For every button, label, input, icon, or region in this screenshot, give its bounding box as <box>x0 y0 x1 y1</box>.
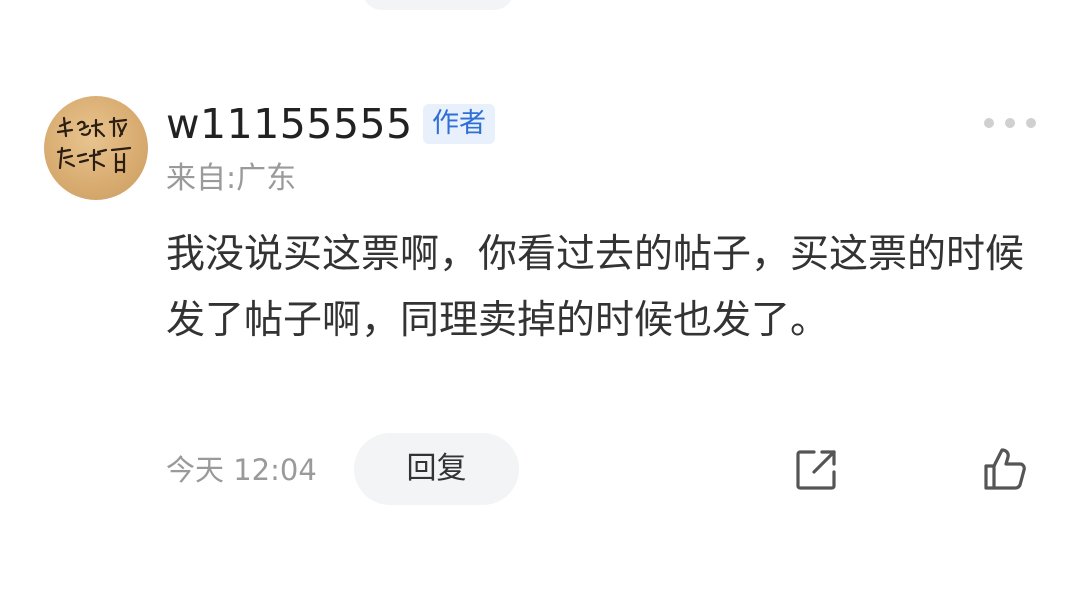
avatar[interactable] <box>44 96 148 200</box>
timestamp: 今天 12:04 <box>166 453 317 487</box>
username[interactable]: w11155555 <box>166 100 413 148</box>
share-external-icon[interactable] <box>792 446 840 494</box>
comment-content: 我没说买这票啊，你看过去的帖子，买这票的时候发了帖子啊，同理卖掉的时候也发了。 <box>166 232 1025 343</box>
avatar-calligraphy-image <box>56 116 132 174</box>
more-dots-icon[interactable] <box>984 108 1036 138</box>
reply-button[interactable]: 回复 <box>354 433 519 505</box>
location-label: 来自:广东 <box>166 161 297 196</box>
dot <box>1005 118 1015 128</box>
dot <box>1026 118 1036 128</box>
comment-item: w11155555 作者 来自:广东 我没说买这票啊，你看过去的帖子，买这票的时… <box>0 0 1080 603</box>
author-badge: 作者 <box>423 104 495 144</box>
thumbs-up-icon[interactable] <box>980 444 1030 494</box>
dot <box>984 118 994 128</box>
